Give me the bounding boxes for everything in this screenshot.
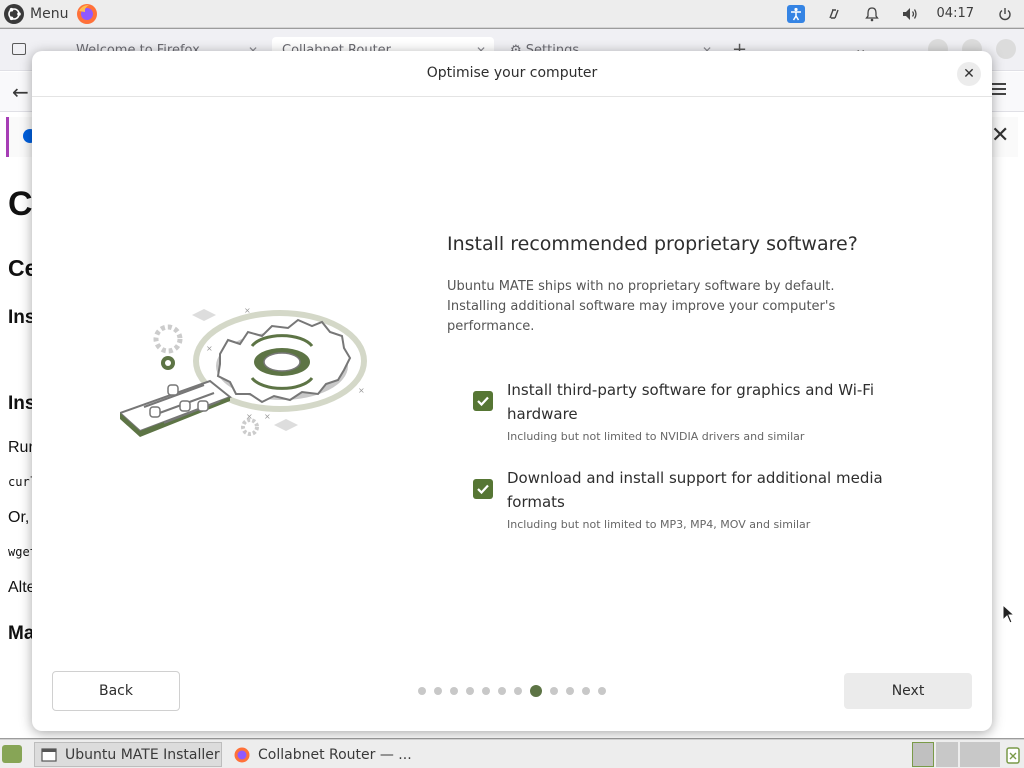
progress-dot-4 [466,687,474,695]
progress-dot-9 [550,687,558,695]
subsection-heading: Ma [8,623,35,644]
back-button[interactable]: Back [52,671,180,711]
checkmark-icon [477,484,489,495]
svg-text:×: × [264,412,271,421]
firefox-icon [77,3,98,24]
workspace-2[interactable] [936,742,958,767]
progress-dot-3 [450,687,458,695]
mouse-cursor-icon [1002,604,1014,624]
installer-dialog: Optimise your computer ✕ × × × × × Insta… [32,51,992,731]
workspace-3[interactable] [960,742,982,767]
progress-dot-6 [498,687,506,695]
third-party-checkbox[interactable] [473,391,493,411]
progress-dot-2 [434,687,442,695]
network-icon[interactable] [815,0,853,28]
progress-dot-5 [482,687,490,695]
content-heading: Install recommended proprietary software… [447,233,858,255]
close-icon[interactable]: ✕ [957,62,981,86]
next-button[interactable]: Next [844,673,972,709]
workspace-1[interactable] [912,742,934,767]
paragraph: Or, [8,509,30,526]
volume-icon[interactable] [891,0,929,28]
accessibility-icon[interactable] [777,0,815,28]
option-sublabel: Including but not limited to MP3, MP4, M… [507,518,811,531]
dialog-header: Optimise your computer ✕ [32,51,992,97]
ubuntu-logo-icon [4,3,24,24]
taskbar-item-installer[interactable]: Ubuntu MATE Installer [34,742,222,767]
top-panel: Menu 04:17 [0,0,1024,28]
option-label: Install third-party software for graphic… [507,381,874,423]
progress-dot-8 [530,685,542,697]
close-icon[interactable]: ✕ [991,123,1009,148]
option-sublabel: Including but not limited to NVIDIA driv… [507,430,805,443]
progress-dot-10 [566,687,574,695]
trash-icon[interactable] [1004,744,1022,764]
option-label: Download and install support for additio… [507,469,883,511]
progress-dot-1 [418,687,426,695]
progress-dot-11 [582,687,590,695]
bottom-panel: Ubuntu MATE Installer Collabnet Router —… [0,739,1024,768]
taskbar-label: Collabnet Router — ... [258,746,412,763]
taskbar-label: Ubuntu MATE Installer [65,746,220,763]
taskbar-item-firefox[interactable]: Collabnet Router — ... [228,742,428,767]
checkmark-icon [477,396,489,407]
back-arrow-icon[interactable]: ← [12,80,29,104]
firefox-icon [234,747,250,762]
content-description: Ubuntu MATE ships with no proprietary so… [447,279,836,334]
window-icon [41,747,57,762]
show-desktop-icon[interactable] [2,745,22,763]
hamburger-menu-icon[interactable] [992,83,1006,98]
progress-dots [418,685,614,697]
clock[interactable]: 04:17 [929,6,986,21]
notifications-icon[interactable] [853,0,891,28]
progress-dot-12 [598,687,606,695]
power-icon[interactable] [986,0,1024,28]
svg-text:×: × [244,306,251,315]
gear-illustration: × × × × × [120,306,367,437]
menu-button[interactable]: Menu [0,0,68,28]
menu-label: Menu [30,5,69,22]
progress-dot-7 [514,687,522,695]
svg-text:×: × [246,412,253,421]
workspace-4[interactable] [982,742,1000,767]
dialog-title: Optimise your computer [426,65,598,81]
firefox-launcher[interactable] [76,3,98,25]
media-formats-checkbox[interactable] [473,479,493,499]
svg-text:×: × [206,344,213,353]
window-close-button[interactable] [996,39,1016,59]
tabs-list-icon[interactable] [12,43,26,55]
svg-text:×: × [358,386,365,395]
